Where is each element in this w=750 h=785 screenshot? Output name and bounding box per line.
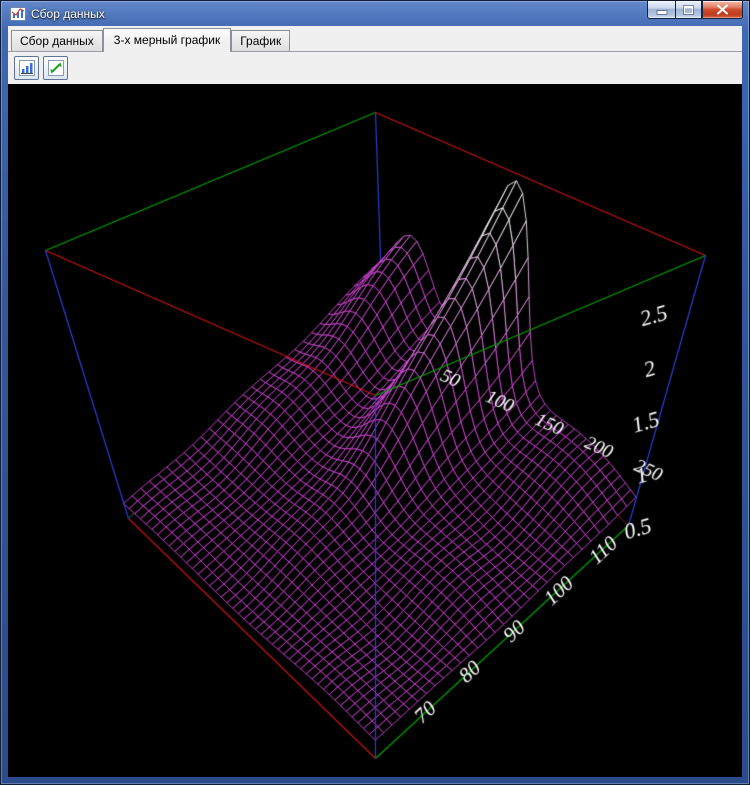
window-controls <box>647 1 743 19</box>
maximize-icon <box>684 6 693 14</box>
close-icon <box>716 4 729 15</box>
minimize-icon <box>657 11 666 14</box>
app-window: Сбор данных Сбор данных 3-х мерный графи… <box>0 0 750 785</box>
bar-chart-icon <box>19 60 35 76</box>
maximize-button[interactable] <box>675 1 702 19</box>
surface-plot-canvas[interactable] <box>8 84 742 777</box>
tab-label: 3-х мерный график <box>114 33 220 47</box>
tab-3d-graph[interactable]: 3-х мерный график <box>103 28 231 52</box>
tab-data-collection[interactable]: Сбор данных <box>11 30 103 51</box>
plot-area <box>8 84 742 777</box>
client-area: Сбор данных 3-х мерный график График <box>8 26 742 777</box>
tab-label: Сбор данных <box>20 34 94 48</box>
toolbar <box>8 52 742 84</box>
close-button[interactable] <box>702 1 743 19</box>
tab-bar: Сбор данных 3-х мерный график График <box>8 26 742 52</box>
histogram-button[interactable] <box>14 56 39 80</box>
minimize-button[interactable] <box>647 1 675 19</box>
tab-label: График <box>240 34 281 48</box>
window-title: Сбор данных <box>31 7 105 21</box>
window-icon <box>10 6 26 22</box>
title-bar[interactable]: Сбор данных <box>8 1 742 26</box>
tab-graph[interactable]: График <box>231 30 290 51</box>
scale-button[interactable] <box>43 56 68 80</box>
scale-arrow-icon <box>48 60 64 76</box>
